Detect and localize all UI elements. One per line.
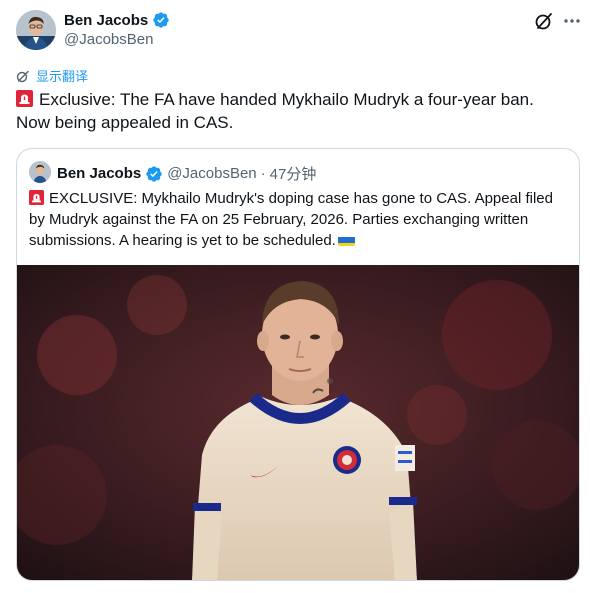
rotating-light-emoji bbox=[29, 190, 44, 205]
verified-badge-icon bbox=[152, 11, 170, 29]
translate-icon bbox=[16, 69, 30, 83]
rotating-light-emoji bbox=[16, 90, 33, 107]
tweet-text-line-1: Exclusive: The FA have handed Mykhailo M… bbox=[39, 90, 534, 109]
quoted-author-avatar[interactable] bbox=[29, 161, 51, 183]
quoted-timestamp: 47分钟 bbox=[269, 166, 317, 183]
quoted-tweet[interactable]: Ben Jacobs @JacobsBen · 47分钟 EXCLUSIVE: … bbox=[16, 148, 580, 581]
author-avatar[interactable] bbox=[16, 10, 56, 50]
quoted-author-name: Ben Jacobs bbox=[57, 165, 142, 182]
quoted-tweet-header: Ben Jacobs @JacobsBen · 47分钟 bbox=[57, 163, 316, 184]
verified-badge-icon bbox=[145, 165, 163, 183]
show-translation-label[interactable]: 显示翻译 bbox=[36, 66, 88, 85]
more-horizontal-icon[interactable] bbox=[562, 11, 582, 31]
author-handle[interactable]: @JacobsBen bbox=[64, 31, 153, 48]
avatar-photo bbox=[16, 10, 56, 50]
quoted-tweet-text: EXCLUSIVE: Mykhailo Mudryk's doping case… bbox=[29, 188, 569, 251]
quoted-author-handle: @JacobsBen bbox=[167, 165, 257, 182]
author-name-row[interactable]: Ben Jacobs bbox=[64, 11, 170, 29]
player-photo bbox=[17, 265, 579, 580]
tweet[interactable]: Ben Jacobs @JacobsBen 显示翻译 Exclusive: Th… bbox=[0, 0, 590, 593]
ukraine-flag-emoji bbox=[337, 234, 355, 246]
tweet-text-line-2: Now being appealed in CAS. bbox=[16, 113, 234, 132]
quoted-avatar-photo bbox=[29, 161, 51, 183]
show-translation-link[interactable]: 显示翻译 bbox=[16, 66, 88, 85]
quoted-tweet-body: EXCLUSIVE: Mykhailo Mudryk's doping case… bbox=[29, 190, 553, 249]
tweet-text: Exclusive: The FA have handed Mykhailo M… bbox=[16, 88, 576, 134]
author-name[interactable]: Ben Jacobs bbox=[64, 12, 148, 29]
grok-icon[interactable] bbox=[534, 11, 554, 31]
quoted-tweet-photo[interactable] bbox=[17, 265, 579, 580]
separator-dot: · bbox=[260, 165, 266, 182]
